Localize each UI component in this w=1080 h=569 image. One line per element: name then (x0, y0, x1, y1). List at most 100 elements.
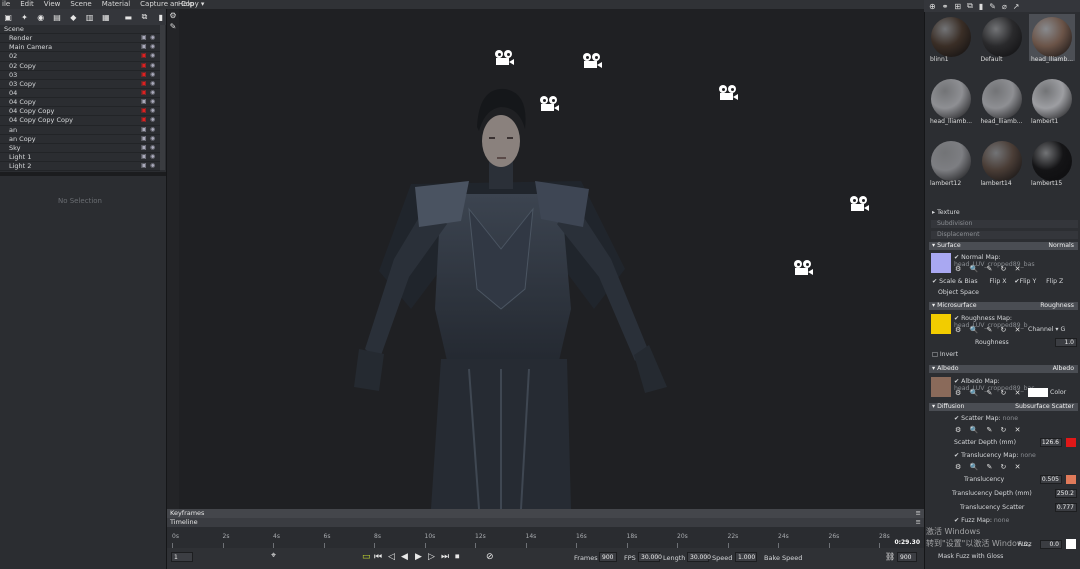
camera-gizmo-icon[interactable] (849, 196, 871, 212)
diffusion-header[interactable]: ▾ Diffusion Subsurface Scatter (929, 403, 1078, 411)
camera-gizmo-icon[interactable] (718, 85, 740, 101)
menu-item-scene[interactable]: Scene (70, 0, 91, 9)
roughness-field[interactable]: 1.0 (1055, 338, 1077, 347)
lock-icon[interactable]: ▣ (141, 144, 147, 151)
normal-map-swatch[interactable] (931, 253, 951, 273)
map-tools[interactable]: ⚙ 🔍 ✎ ↻ ✕ (955, 463, 1024, 471)
texture-section[interactable]: ▸ Texture (932, 209, 960, 216)
key-icon[interactable]: ⌖ (271, 551, 276, 561)
scene-tree-item[interactable]: 04 Copy Copy ▣ ◉ (0, 107, 160, 117)
lock-icon[interactable]: ▣ (141, 153, 147, 160)
object-space-checkbox[interactable]: Object Space (938, 289, 979, 296)
duplicate-icon[interactable]: ⧉ (139, 12, 149, 22)
camera-gizmo-icon[interactable] (539, 96, 561, 112)
flip-x-checkbox[interactable]: Flip X (989, 278, 1006, 285)
fps-field[interactable]: 30.000 (638, 552, 662, 562)
scene-tree-item[interactable]: an ▣ ◉ (0, 126, 160, 135)
albedo-header[interactable]: ▾ Albedo Albedo (929, 365, 1078, 373)
lock-icon[interactable]: ▣ (141, 99, 147, 105)
eye-icon[interactable]: ◉ (150, 35, 156, 41)
scene-tree-item[interactable]: 03 Copy ▣ ◉ (0, 80, 160, 89)
material-thumbnail[interactable]: head_lliamb... (1029, 14, 1075, 63)
scatter-color-swatch[interactable] (1066, 438, 1076, 447)
length-field[interactable]: 30.000 (687, 552, 711, 562)
trash-icon[interactable]: ▮ (156, 13, 166, 22)
material-thumbnail[interactable]: Default (979, 14, 1025, 63)
sky-icon[interactable]: ▤ (52, 13, 62, 22)
eye-icon[interactable]: ◉ (150, 135, 156, 142)
scene-scrollbar[interactable] (160, 25, 165, 170)
eye-icon[interactable]: ◉ (150, 117, 156, 123)
menu-item-material[interactable]: Material (102, 0, 130, 9)
menu-item-view[interactable]: View (44, 0, 61, 9)
menu-item-edit[interactable]: Edit (20, 0, 34, 9)
lock-icon[interactable]: ▣ (141, 44, 147, 50)
scene-tree-item[interactable]: Light 1 ▣ ◉ (0, 153, 160, 163)
fuzz-field[interactable]: 0.0 (1040, 540, 1062, 549)
skip-end-icon[interactable]: ⏭ (441, 552, 449, 562)
lock-icon[interactable]: ▣ (141, 80, 147, 87)
menu-item-ile[interactable]: ile (2, 0, 10, 9)
current-frame-field[interactable]: 1 (171, 552, 193, 562)
albedo-type-dropdown[interactable]: Albedo (1053, 365, 1074, 373)
frames-field[interactable]: 900 (599, 552, 617, 562)
lock-icon[interactable]: ▣ (141, 108, 147, 114)
fuzz-color-swatch[interactable] (1066, 539, 1076, 549)
map-tools[interactable]: ⚙ 🔍 ✎ ↻ ✕ (955, 426, 1024, 434)
scene-tree-item[interactable]: 04 ▣ ◉ (0, 89, 160, 99)
scene-tree-item[interactable]: Scene (0, 25, 160, 35)
invert-checkbox[interactable]: □ Invert (932, 351, 958, 358)
audio-icon[interactable]: ▦ (101, 13, 111, 22)
speed-field[interactable]: 1.000 (735, 552, 757, 562)
lock-icon[interactable]: ▣ (141, 135, 147, 142)
lock-icon[interactable]: ▣ (141, 89, 147, 96)
eye-icon[interactable]: ◉ (150, 71, 156, 78)
lock-icon[interactable]: ▣ (141, 62, 147, 69)
lock-icon[interactable]: ▣ (141, 71, 147, 78)
camera-icon[interactable]: ◉ (36, 13, 46, 22)
shape-icon[interactable]: ◆ (68, 13, 78, 22)
translucency-map-file[interactable]: none (1020, 452, 1035, 459)
end-frame-field[interactable]: 900 (897, 552, 917, 562)
folder-icon[interactable]: ▬ (123, 13, 133, 22)
material-thumbnail[interactable]: blinn1 (928, 14, 974, 63)
eye-icon[interactable]: ◉ (150, 44, 156, 50)
skip-start-icon[interactable]: ⏮ (374, 552, 382, 562)
lock-icon[interactable]: ▣ (141, 53, 147, 59)
scene-tree-item[interactable]: Sky ▣ ◉ (0, 144, 160, 153)
grid-icon[interactable]: ⊞ (954, 2, 961, 11)
scatter-depth-field[interactable]: 126.6 (1040, 438, 1062, 447)
group-icon[interactable]: ▥ (84, 13, 94, 22)
scene-tree-item[interactable]: 02 ▣ ◉ (0, 52, 160, 62)
eye-icon[interactable]: ◉ (150, 153, 156, 160)
eye-icon[interactable]: ◉ (150, 53, 156, 59)
translucency-field[interactable]: 0.505 (1040, 475, 1062, 484)
material-thumbnail[interactable]: lambert15 (1029, 138, 1075, 187)
record-icon[interactable]: ⊘ (486, 552, 494, 562)
eye-icon[interactable]: ◉ (150, 99, 156, 105)
translucency-scatter-field[interactable]: 0.777 (1055, 503, 1077, 512)
lock-icon[interactable]: ▣ (141, 35, 147, 41)
cube-icon[interactable]: ▣ (3, 13, 13, 22)
material-thumbnail[interactable]: head_lliamb... (928, 76, 974, 125)
camera-gizmo-icon[interactable] (494, 50, 516, 66)
material-thumbnail[interactable]: lambert1 (1029, 76, 1075, 125)
translucency-depth-field[interactable]: 250.2 (1055, 489, 1077, 498)
microsurface-type-dropdown[interactable]: Roughness (1040, 302, 1074, 310)
eye-icon[interactable]: ◉ (150, 89, 156, 96)
camera-gizmo-icon[interactable] (793, 260, 815, 276)
flip-z-checkbox[interactable]: Flip Z (1046, 278, 1063, 285)
add-material-icon[interactable]: ⊕ (929, 2, 936, 11)
map-tools[interactable]: ⚙ 🔍 ✎ ↻ ✕ (955, 265, 1024, 273)
scene-tree-item[interactable]: Main Camera ▣ ◉ (0, 43, 160, 53)
translucency-color-swatch[interactable] (1066, 475, 1076, 484)
light-icon[interactable]: ✦ (19, 13, 29, 22)
lock-icon[interactable]: ▣ (141, 117, 147, 123)
eye-icon[interactable]: ◉ (150, 163, 156, 169)
channel-row[interactable]: Channel ▾ G (1028, 326, 1065, 333)
scatter-map-file[interactable]: none (1003, 415, 1018, 422)
flip-y-checkbox[interactable]: Flip Y (1020, 278, 1037, 285)
camera-gizmo-icon[interactable] (582, 53, 604, 69)
dropper-icon[interactable]: ⌀ (1002, 2, 1007, 11)
material-thumbnail[interactable]: lambert12 (928, 138, 974, 187)
